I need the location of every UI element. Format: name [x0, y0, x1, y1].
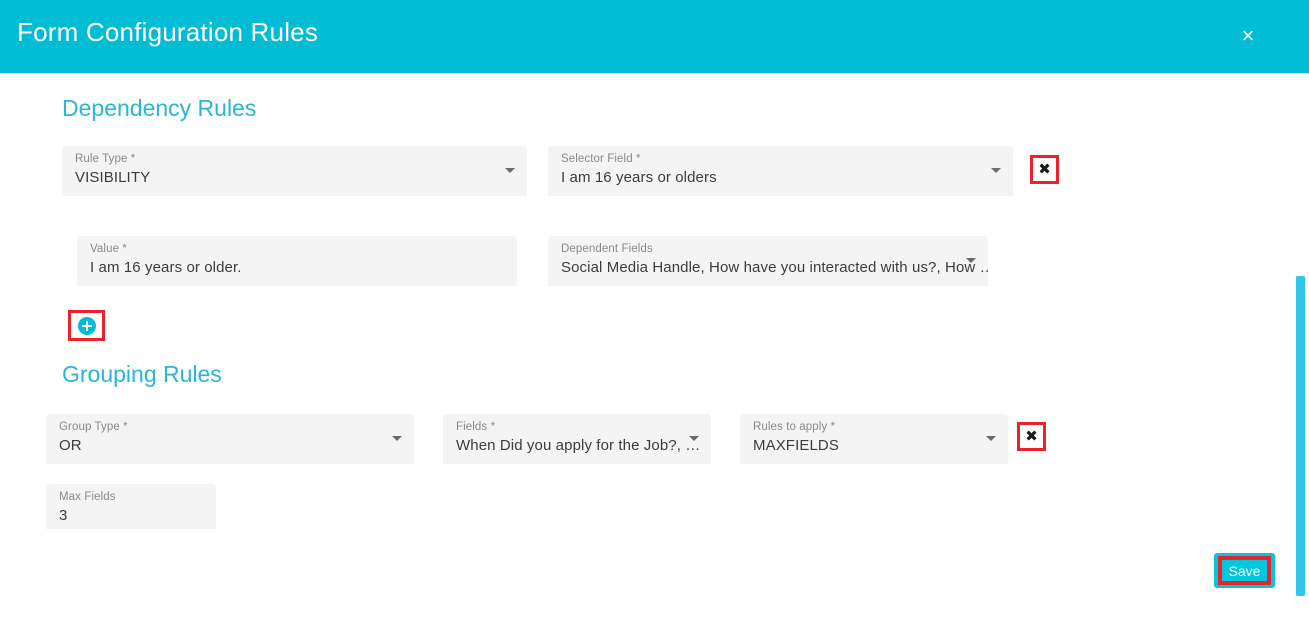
chevron-down-icon[interactable]	[505, 168, 515, 173]
scrollbar-thumb[interactable]	[1296, 276, 1305, 596]
delete-grouping-rule-button[interactable]: ✖	[1017, 422, 1046, 451]
page-title: Form Configuration Rules	[17, 17, 319, 47]
close-icon[interactable]: ×	[1235, 23, 1261, 49]
rules-to-apply-value: MAXFIELDS	[753, 437, 839, 454]
chevron-down-icon[interactable]	[991, 168, 1001, 173]
dependent-fields-value: Social Media Handle, How have you intera…	[561, 259, 988, 276]
chevron-down-icon[interactable]	[689, 436, 699, 441]
form-configuration-dialog: Form Configuration Rules × Dependency Ru…	[0, 0, 1309, 625]
group-type-value: OR	[59, 437, 82, 454]
rules-to-apply-label: Rules to apply *	[753, 421, 836, 433]
save-button[interactable]: Save	[1214, 553, 1275, 588]
rules-to-apply-select[interactable]: Rules to apply * MAXFIELDS	[740, 414, 1008, 464]
rule-type-value: VISIBILITY	[75, 169, 151, 186]
plus-circle-icon	[77, 316, 96, 335]
section-heading-grouping-rules: Grouping Rules	[62, 361, 222, 387]
max-fields-value: 3	[59, 507, 68, 524]
chevron-down-icon[interactable]	[392, 436, 402, 441]
selector-field-label: Selector Field *	[561, 153, 641, 165]
chevron-down-icon[interactable]	[966, 258, 976, 263]
max-fields-label: Max Fields	[59, 491, 116, 503]
selector-field-select[interactable]: Selector Field * I am 16 years or olders	[548, 146, 1013, 196]
fields-label: Fields *	[456, 421, 496, 433]
delete-dependency-rule-button[interactable]: ✖	[1030, 155, 1059, 184]
rule-type-select[interactable]: Rule Type * VISIBILITY	[62, 146, 527, 196]
group-type-label: Group Type *	[59, 421, 128, 433]
max-fields-input[interactable]: Max Fields 3	[46, 484, 216, 529]
close-x-icon: ✖	[1025, 427, 1038, 445]
value-label: Value *	[90, 243, 127, 255]
fields-select[interactable]: Fields * When Did you apply for the Job?…	[443, 414, 711, 464]
scrollbar-track[interactable]	[1294, 146, 1309, 625]
dependent-fields-select[interactable]: Dependent Fields Social Media Handle, Ho…	[548, 236, 988, 286]
dependent-fields-label: Dependent Fields	[561, 243, 653, 255]
add-dependency-rule-button[interactable]	[68, 310, 105, 341]
section-heading-dependency-rules: Dependency Rules	[62, 95, 257, 121]
chevron-down-icon[interactable]	[986, 436, 996, 441]
close-x-icon: ✖	[1038, 160, 1051, 178]
selector-field-value: I am 16 years or olders	[561, 169, 717, 186]
rule-type-label: Rule Type *	[75, 153, 136, 165]
group-type-select[interactable]: Group Type * OR	[46, 414, 414, 464]
dialog-header: Form Configuration Rules ×	[0, 0, 1309, 73]
value-input[interactable]: Value * I am 16 years or older.	[77, 236, 517, 286]
dialog-body: Dependency Rules Rule Type * VISIBILITY …	[0, 73, 1309, 625]
value-text: I am 16 years or older.	[90, 259, 242, 276]
fields-value: When Did you apply for the Job?, …	[456, 437, 701, 454]
